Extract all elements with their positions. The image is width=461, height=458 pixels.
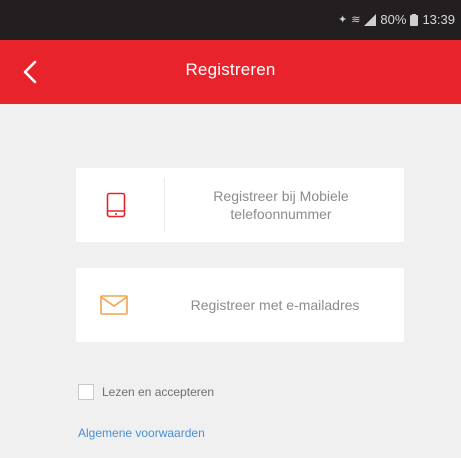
- status-time: 13:39: [422, 12, 455, 27]
- card-divider: [164, 178, 165, 232]
- register-email-label: Registreer met e-mailadres: [190, 297, 360, 313]
- register-phone-button[interactable]: Registreer bij Mobiele telefoonnummer: [76, 168, 404, 242]
- status-icons: ✦ ≋ 80% 13:39: [338, 12, 455, 27]
- signal-icon: [364, 13, 377, 26]
- notification-icon: ✦: [337, 13, 348, 26]
- status-bar: ✦ ≋ 80% 13:39: [0, 0, 461, 40]
- consent-row: Lezen en accepteren: [78, 384, 214, 400]
- register-email-button[interactable]: Registreer met e-mailadres: [76, 268, 404, 342]
- consent-label: Lezen en accepteren: [102, 385, 215, 399]
- register-phone-label: Registreer bij Mobiele telefoonnummer: [213, 188, 349, 222]
- battery-percent: 80%: [380, 12, 407, 27]
- page-title: Registreren: [185, 60, 276, 79]
- wifi-icon: ≋: [351, 13, 361, 26]
- phone-icon: [106, 192, 126, 218]
- accept-checkbox[interactable]: [78, 384, 94, 400]
- app-bar: Registreren: [0, 40, 461, 104]
- envelope-icon: [100, 295, 128, 315]
- terms-link[interactable]: Algemene voorwaarden: [78, 426, 205, 440]
- battery-icon: [410, 13, 419, 26]
